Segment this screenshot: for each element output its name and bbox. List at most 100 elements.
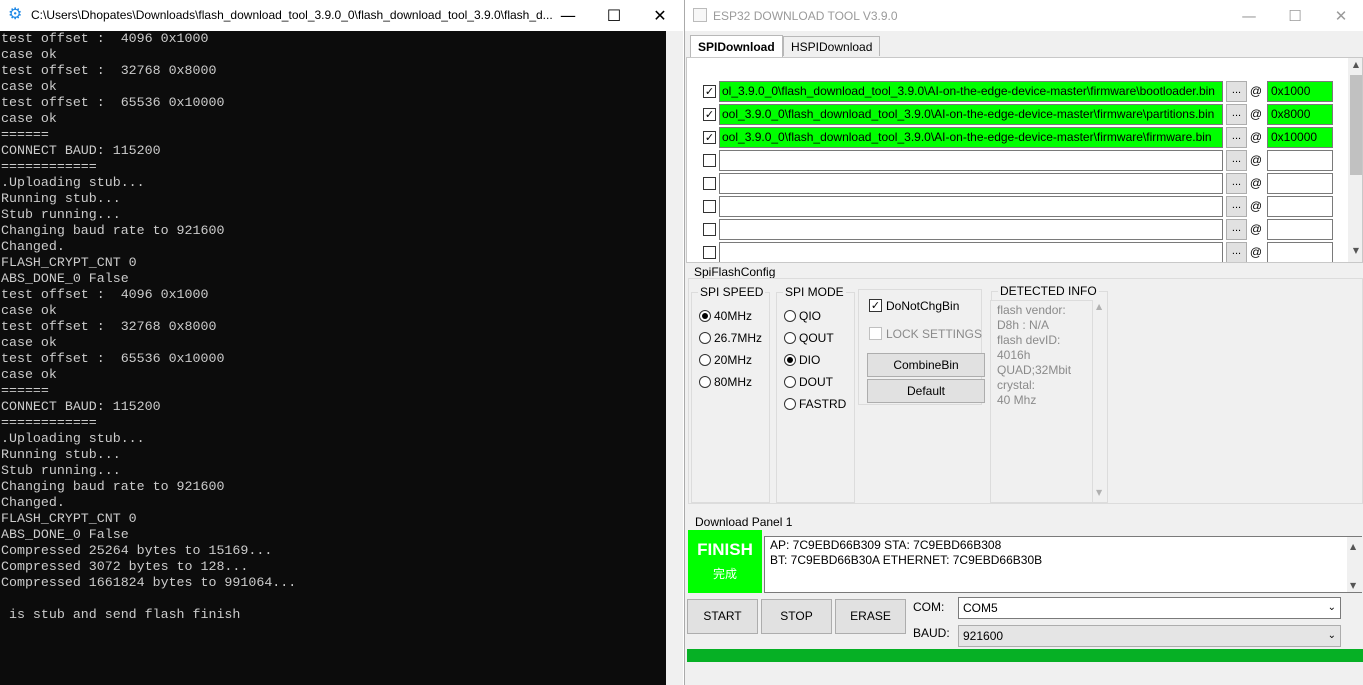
console-line: Stub running... [1,463,121,478]
spi-mode-option[interactable]: QOUT [784,331,834,347]
minimize-button[interactable]: — [545,0,591,31]
file-enable-checkbox[interactable]: ✓ [703,131,716,144]
file-enable-checkbox[interactable] [703,154,716,167]
radio-button[interactable] [784,398,796,410]
mac-info-scrollbar[interactable]: ▲ ▼ [1347,537,1362,592]
offset-input[interactable]: 0x1000 [1267,81,1333,102]
combinebin-button[interactable]: CombineBin [867,353,985,377]
close-button[interactable]: ✕ [637,0,683,31]
tool-titlebar[interactable]: ESP32 DOWNLOAD TOOL V3.9.0 — ☐ ✕ [685,0,1363,31]
file-path-input[interactable]: ol_3.9.0_0\flash_download_tool_3.9.0\AI-… [719,81,1223,102]
donotchgbin-checkbox[interactable]: ✓ [869,299,882,312]
file-path-input[interactable] [719,150,1223,171]
radio-button[interactable] [784,376,796,388]
spi-speed-option[interactable]: 80MHz [699,375,752,391]
offset-input[interactable] [1267,219,1333,240]
offset-input[interactable] [1267,242,1333,262]
file-enable-checkbox[interactable]: ✓ [703,108,716,121]
file-enable-checkbox[interactable] [703,223,716,236]
browse-button[interactable]: ... [1226,104,1247,125]
scroll-thumb[interactable] [1350,75,1362,175]
at-label: @ [1249,130,1263,144]
console-line: FLASH_CRYPT_CNT 0 [1,511,137,526]
detected-info-line: 4016h [997,348,1031,362]
baud-select[interactable]: 921600 ⌄ [958,625,1341,647]
mac-line-ap: AP: 7C9EBD66B309 STA: 7C9EBD66B308 [770,538,1002,552]
offset-input[interactable] [1267,173,1333,194]
file-enable-checkbox[interactable] [703,200,716,213]
com-select[interactable]: COM5 ⌄ [958,597,1341,619]
console-titlebar[interactable]: ⚙ C:\Users\Dhopates\Downloads\flash_down… [0,0,683,31]
offset-input[interactable]: 0x10000 [1267,127,1333,148]
scroll-down-icon[interactable]: ▼ [1348,246,1362,255]
spi-mode-option[interactable]: DIO [784,353,820,369]
browse-button[interactable]: ... [1226,81,1247,102]
console-line: Running stub... [1,447,121,462]
browse-button[interactable]: ... [1226,150,1247,171]
detected-info-scrollbar[interactable]: ▲ ▼ [1094,300,1108,503]
radio-label: 80MHz [714,375,753,389]
offset-input[interactable] [1267,196,1333,217]
mac-info-box[interactable]: AP: 7C9EBD66B309 STA: 7C9EBD66B308 BT: 7… [764,536,1362,593]
at-label: @ [1249,199,1263,213]
spi-mode-group: SPI MODE QIO QOUT DIO DOUT FASTRD [776,285,855,503]
radio-button[interactable] [784,310,796,322]
radio-label: FASTRD [799,397,847,411]
offset-input[interactable] [1267,150,1333,171]
console-line: ============ [1,415,97,430]
spi-mode-option[interactable]: QIO [784,309,821,325]
console-line: test offset : 32768 0x8000 [1,63,217,78]
tool-minimize-button[interactable]: — [1226,0,1272,31]
console-scrollbar[interactable] [666,31,683,685]
offset-input[interactable]: 0x8000 [1267,104,1333,125]
browse-button[interactable]: ... [1226,219,1247,240]
console-line: ====== [1,383,49,398]
spi-mode-option[interactable]: DOUT [784,375,833,391]
radio-button[interactable] [699,332,711,344]
file-enable-checkbox[interactable] [703,246,716,259]
scroll-down-icon[interactable]: ▼ [1350,578,1356,593]
spi-mode-option[interactable]: FASTRD [784,397,846,413]
file-enable-checkbox[interactable] [703,177,716,190]
file-path-input[interactable] [719,196,1223,217]
file-path-input[interactable] [719,242,1223,262]
spi-speed-option[interactable]: 40MHz [699,309,752,325]
file-enable-checkbox[interactable]: ✓ [703,85,716,98]
tab-hspidownload[interactable]: HSPIDownload [783,36,881,56]
spi-speed-option[interactable]: 20MHz [699,353,752,369]
browse-button[interactable]: ... [1226,242,1247,262]
default-button[interactable]: Default [867,379,985,403]
stop-button[interactable]: STOP [761,599,832,634]
file-path-input[interactable] [719,219,1223,240]
scroll-down-icon[interactable]: ▼ [1096,488,1102,497]
browse-button[interactable]: ... [1226,173,1247,194]
browse-button[interactable]: ... [1226,196,1247,217]
maximize-button[interactable]: ☐ [591,0,637,31]
tool-maximize-button[interactable]: ☐ [1272,0,1318,31]
lock-settings-checkbox[interactable] [869,327,882,340]
radio-button[interactable] [784,354,796,366]
console-line: CONNECT BAUD: 115200 [1,399,161,414]
scroll-up-icon[interactable]: ▲ [1348,60,1362,69]
app-icon [693,8,707,22]
file-path-input[interactable]: ool_3.9.0_0\flash_download_tool_3.9.0\AI… [719,104,1223,125]
file-path-input[interactable]: ool_3.9.0_0\flash_download_tool_3.9.0\AI… [719,127,1223,148]
detected-info-title: DETECTED INFO [998,284,1099,298]
radio-button[interactable] [784,332,796,344]
scroll-up-icon[interactable]: ▲ [1350,539,1356,554]
radio-button[interactable] [699,376,711,388]
tab-spidownload[interactable]: SPIDownload [690,35,783,57]
console-output[interactable]: test offset : 4096 0x1000 case ok test off… [0,31,666,685]
file-list-panel: ✓ ol_3.9.0_0\flash_download_tool_3.9.0\AI… [686,57,1363,263]
baud-select-value: 921600 [963,629,1004,643]
radio-button[interactable] [699,310,711,322]
spi-speed-option[interactable]: 26.7MHz [699,331,762,347]
file-path-input[interactable] [719,173,1223,194]
start-button[interactable]: START [687,599,758,634]
tool-close-button[interactable]: ✕ [1318,0,1363,31]
browse-button[interactable]: ... [1226,127,1247,148]
erase-button[interactable]: ERASE [835,599,906,634]
scroll-up-icon[interactable]: ▲ [1096,302,1102,311]
radio-button[interactable] [699,354,711,366]
file-list-scrollbar[interactable]: ▲ ▼ [1348,58,1362,262]
